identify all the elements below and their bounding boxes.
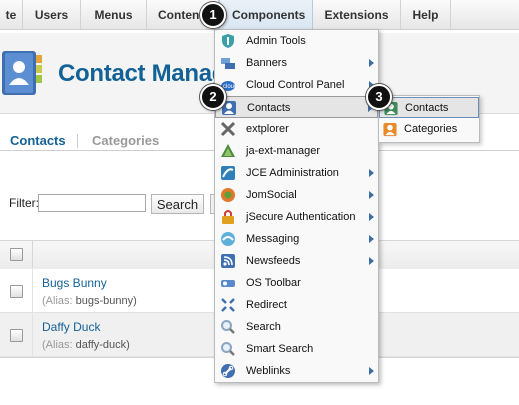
submenu-arrow-icon: [369, 191, 374, 199]
menu-item-cloud-control-panel[interactable]: cloud Cloud Control Panel: [215, 74, 378, 96]
menu-item-redirect[interactable]: Redirect: [215, 294, 378, 316]
submenu-arrow-icon: [369, 235, 374, 243]
contact-name-link[interactable]: Daffy Duck: [42, 320, 100, 334]
submenu-arrow-icon: [369, 169, 374, 177]
jomsocial-icon: [221, 188, 235, 202]
banners-icon: [221, 58, 235, 69]
messaging-icon: [221, 232, 235, 246]
menu-item-admin-tools[interactable]: Admin Tools: [215, 30, 378, 52]
menu-item-banners[interactable]: Banners: [215, 52, 378, 74]
tab-categories[interactable]: Categories: [92, 133, 159, 148]
menu-item-os-toolbar[interactable]: OS Toolbar: [215, 272, 378, 294]
menu-item-smart-search[interactable]: Smart Search: [215, 338, 378, 360]
alias-key: (Alias:: [42, 295, 73, 307]
menu-item-weblinks[interactable]: Weblinks: [215, 360, 378, 382]
step-callout-2: 2: [200, 84, 226, 110]
submenu-arrow-icon: [369, 257, 374, 265]
stack-icon: [221, 144, 235, 157]
tab-divider: [77, 134, 78, 148]
contact-name-link[interactable]: Bugs Bunny: [42, 276, 107, 290]
components-dropdown: Admin Tools Banners cloud Cloud Control …: [214, 29, 379, 383]
magnifier-icon: [221, 320, 235, 334]
search-button[interactable]: Search: [151, 194, 204, 214]
row-divider: [32, 269, 33, 312]
menu-item-jce-administration[interactable]: JCE Administration: [215, 162, 378, 184]
filter-label: Filter:: [9, 196, 39, 210]
tools-x-icon: [220, 121, 236, 137]
contact-alias: (Alias: bugs-bunny): [42, 295, 137, 307]
menu-site[interactable]: te: [0, 0, 23, 29]
jce-icon: [221, 166, 235, 180]
submenu-arrow-icon: [369, 213, 374, 221]
menu-users[interactable]: Users: [23, 0, 81, 29]
lock-icon: [222, 210, 234, 224]
rss-icon: [221, 254, 235, 268]
step-callout-3: 3: [366, 84, 392, 110]
menu-help[interactable]: Help: [401, 0, 451, 29]
contacts-submenu: Contacts Categories: [378, 95, 480, 143]
submenu-arrow-icon: [369, 367, 374, 375]
menu-item-search[interactable]: Search: [215, 316, 378, 338]
svg-text:cloud: cloud: [223, 84, 236, 90]
menu-extensions[interactable]: Extensions: [313, 0, 401, 29]
menu-item-messaging[interactable]: Messaging: [215, 228, 378, 250]
row-divider: [32, 313, 33, 356]
admin-menubar: te Users Menus Content Components Extens…: [0, 0, 519, 30]
magnifier-icon: [221, 342, 235, 356]
redirect-arrows-icon: [221, 298, 235, 312]
menu-item-extplorer[interactable]: extplorer: [215, 118, 378, 140]
row-checkbox[interactable]: [10, 329, 23, 342]
toolbar-icon: [221, 280, 235, 287]
alias-value: bugs-bunny): [75, 295, 137, 307]
row-checkbox[interactable]: [10, 285, 23, 298]
shield-icon: [222, 34, 234, 48]
categories-icon: [383, 122, 397, 137]
submenu-arrow-icon: [369, 59, 374, 67]
select-all-checkbox[interactable]: [10, 248, 23, 261]
alias-key: (Alias:: [42, 339, 73, 351]
menu-components[interactable]: Components: [219, 0, 313, 29]
submenu-item-contacts[interactable]: Contacts: [379, 97, 479, 118]
menu-item-jsecure-authentication[interactable]: jSecure Authentication: [215, 206, 378, 228]
menu-item-ja-ext-manager[interactable]: ja-ext-manager: [215, 140, 378, 162]
submenu-item-categories[interactable]: Categories: [379, 119, 479, 140]
header-divider: [32, 241, 33, 268]
address-book-icon: [2, 51, 42, 95]
contact-alias: (Alias: daffy-duck): [42, 339, 130, 351]
link-icon: [221, 364, 235, 378]
filter-input[interactable]: [38, 194, 146, 212]
menu-item-jomsocial[interactable]: JomSocial: [215, 184, 378, 206]
menu-item-contacts[interactable]: Contacts: [215, 96, 378, 118]
tab-contacts[interactable]: Contacts: [10, 133, 66, 148]
menu-menus[interactable]: Menus: [81, 0, 147, 29]
alias-value: daffy-duck): [75, 339, 130, 351]
step-callout-1: 1: [200, 2, 226, 28]
menu-item-newsfeeds[interactable]: Newsfeeds: [215, 250, 378, 272]
